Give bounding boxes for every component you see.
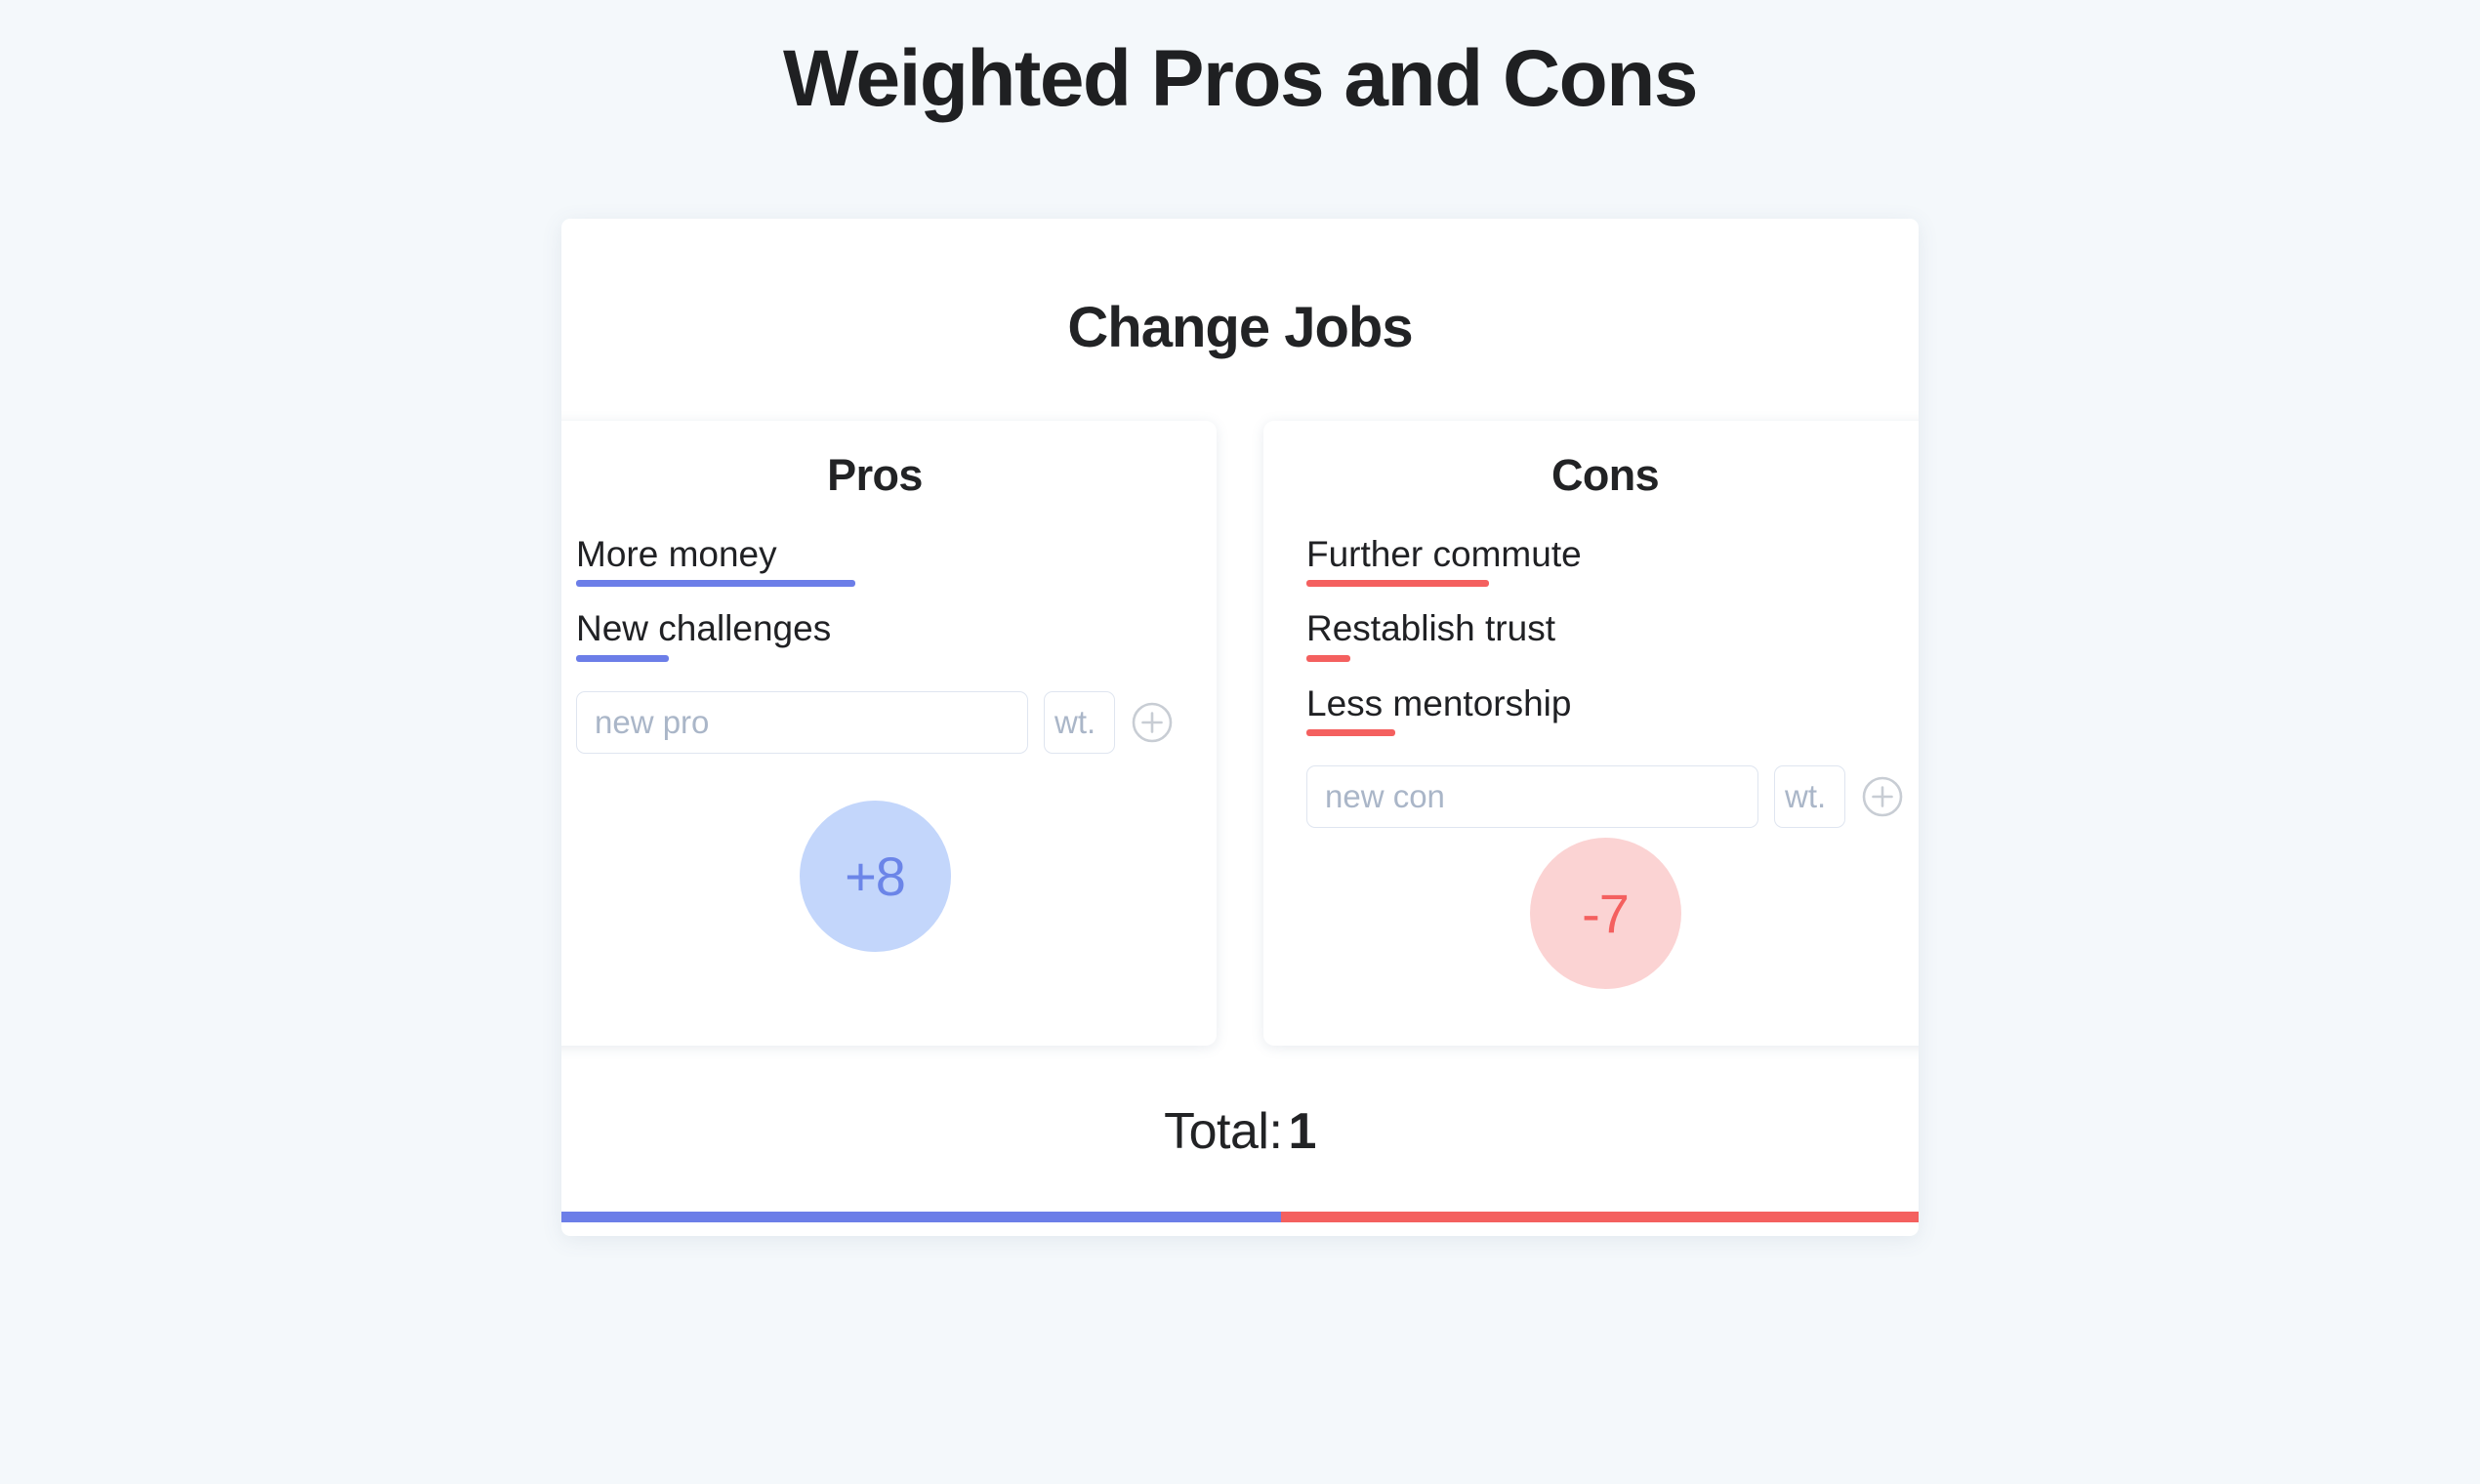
list-item[interactable]: New challenges bbox=[576, 608, 1174, 662]
con-weight-input[interactable] bbox=[1774, 764, 1845, 828]
list-item[interactable]: Further commute bbox=[1306, 534, 1904, 588]
total-label: Total: bbox=[1164, 1103, 1283, 1161]
columns-container: Pros More money New challenges new pro w… bbox=[561, 421, 1919, 1047]
pros-item-label: New challenges bbox=[576, 608, 832, 649]
plus-circle-icon bbox=[1132, 702, 1173, 742]
decision-board: Change Jobs Pros More money New challeng… bbox=[561, 219, 1919, 1237]
pro-weight-input[interactable] bbox=[1044, 690, 1115, 754]
cons-column: Cons Further commute Restablish trust Le… bbox=[1263, 421, 1919, 1047]
cons-item-weight-bar bbox=[1306, 580, 1489, 588]
cons-add-row bbox=[1306, 764, 1904, 828]
new-con-input[interactable] bbox=[1306, 764, 1758, 828]
total-row: Total: 1 bbox=[561, 1102, 1919, 1161]
pros-add-row bbox=[576, 690, 1174, 754]
cons-score-badge: -7 bbox=[1529, 837, 1681, 989]
cons-heading: Cons bbox=[1550, 450, 1660, 501]
plus-circle-icon bbox=[1862, 776, 1903, 817]
list-item[interactable]: More money bbox=[576, 534, 1174, 588]
cons-item-label: Further commute bbox=[1306, 534, 1582, 575]
board-wrapper: Change Jobs Pros More money New challeng… bbox=[0, 219, 2480, 1237]
new-pro-input[interactable] bbox=[576, 690, 1028, 754]
pros-heading: Pros bbox=[827, 450, 923, 501]
pros-item-list: More money New challenges bbox=[576, 534, 1174, 662]
total-value: 1 bbox=[1288, 1103, 1316, 1161]
add-pro-button[interactable] bbox=[1131, 701, 1174, 744]
cons-item-weight-bar bbox=[1306, 728, 1395, 736]
pros-score-slot: +8 bbox=[576, 754, 1174, 1008]
list-item[interactable]: Less mentorship bbox=[1306, 683, 1904, 736]
board-title: Change Jobs bbox=[1067, 296, 1413, 360]
cons-item-list: Further commute Restablish trust Less me… bbox=[1306, 534, 1904, 736]
pros-column: Pros More money New challenges new pro w… bbox=[561, 421, 1217, 1047]
cons-item-label: Restablish trust bbox=[1306, 608, 1555, 649]
pros-item-weight-bar bbox=[576, 654, 669, 662]
split-bar-con-segment bbox=[1280, 1212, 1919, 1223]
cons-score-slot: -7 bbox=[1306, 828, 1904, 1007]
list-item[interactable]: Restablish trust bbox=[1306, 608, 1904, 662]
pros-item-weight-bar bbox=[576, 580, 855, 588]
add-con-button[interactable] bbox=[1861, 775, 1904, 818]
score-split-bar bbox=[561, 1212, 1919, 1223]
page-title: Weighted Pros and Cons bbox=[783, 34, 1698, 123]
pros-item-label: More money bbox=[576, 534, 777, 575]
split-bar-pro-segment bbox=[561, 1212, 1281, 1223]
cons-item-label: Less mentorship bbox=[1306, 682, 1572, 723]
pros-score-badge: +8 bbox=[799, 800, 951, 952]
cons-item-weight-bar bbox=[1306, 654, 1350, 662]
